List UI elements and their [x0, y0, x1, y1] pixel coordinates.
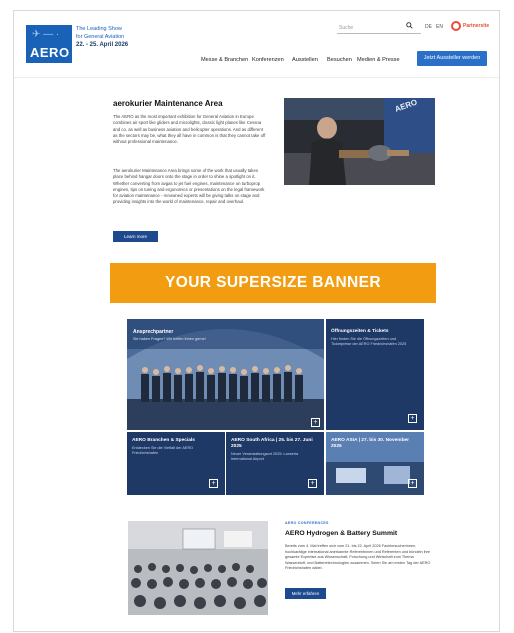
language-de[interactable]: DE [425, 24, 432, 30]
aero-asia-title: AERO ASIA | 27. bis 30. November 2025 [331, 438, 410, 449]
tagline-line-2: for General Aviation [76, 34, 125, 40]
contact-tile[interactable]: Ansprechpartner Sie haben Fragen? Wir he… [127, 319, 324, 430]
learn-more-conference-button[interactable]: Mehr erfahren [285, 588, 326, 599]
supersize-banner[interactable]: YOUR SUPERSIZE BANNER [110, 263, 436, 303]
conference-eyebrow: AERO CONFERENCES [285, 521, 329, 525]
contact-tile-title: Ansprechpartner [133, 329, 174, 335]
maintenance-photo: AERO [284, 98, 435, 185]
intro-paragraph-1: The AERO as the most important exhibitio… [113, 114, 266, 145]
south-africa-subtitle: Neuer Veranstaltungsort 2025: Lanseria I… [231, 452, 299, 461]
conference-photo [128, 521, 268, 615]
opening-hours-title: Öffnungszeiten & Tickets [331, 329, 389, 334]
language-en[interactable]: EN [436, 24, 443, 30]
nav-ausstellen[interactable]: Ausstellen [292, 57, 318, 63]
branchen-tile-title: AERO Branchen & Specials [132, 438, 195, 443]
nav-besuchen[interactable]: Besuchen [327, 57, 352, 63]
tile-grid: Ansprechpartner Sie haben Fragen? Wir he… [127, 319, 424, 495]
intro-title: aerokurier Maintenance Area [113, 99, 223, 108]
opening-hours-tile[interactable]: Öffnungszeiten & Tickets Hier finden Sie… [326, 319, 424, 430]
branchen-tile[interactable]: AERO Branchen & Specials Entdecken Sie d… [127, 432, 225, 495]
opening-hours-plus-icon[interactable]: + [408, 414, 417, 423]
aero-logo[interactable]: ✈ — · AERO [26, 25, 72, 63]
event-tagline: The Leading Show for General Aviation 22… [76, 25, 128, 49]
nav-medien-presse[interactable]: Medien & Presse [357, 57, 400, 63]
nav-messe-branchen[interactable]: Messe & Branchen [201, 57, 248, 63]
contact-tile-photo [127, 319, 324, 430]
conference-photo-image [128, 521, 268, 615]
south-africa-title: AERO South Africa | 25. bis 27. Juni 202… [231, 438, 313, 449]
page-frame: ✈ — · AERO The Leading Show for General … [13, 10, 500, 632]
conference-title: AERO Hydrogen & Battery Summit [285, 530, 398, 537]
plane-icon: ✈ — · [32, 29, 60, 40]
south-africa-tile[interactable]: AERO South Africa | 25. bis 27. Juni 202… [226, 432, 324, 495]
south-africa-plus-icon[interactable]: + [308, 479, 317, 488]
partner-logo[interactable]: Partnersite [451, 21, 490, 33]
partner-ring-icon [451, 21, 461, 31]
branchen-plus-icon[interactable]: + [209, 479, 218, 488]
learn-more-button[interactable]: Learn more [113, 231, 158, 242]
contact-tile-subtitle: Sie haben Fragen? Wir helfen Ihnen gerne… [133, 337, 206, 341]
aero-asia-plus-icon[interactable]: + [408, 479, 417, 488]
nav-konferenzen[interactable]: Konferenzen [252, 57, 284, 63]
opening-hours-subtitle: Hier finden Sie die Öffnungszeiten und T… [331, 337, 407, 346]
event-dates: 22. - 25. April 2026 [76, 42, 129, 48]
conference-text: Bereits zum 4. Mal treffen sich vom 21. … [285, 544, 431, 571]
tagline-line-1: The Leading Show [76, 26, 122, 32]
site-header: ✈ — · AERO The Leading Show for General … [14, 11, 499, 78]
search-icon[interactable] [406, 22, 413, 29]
become-exhibitor-button[interactable]: Jetzt Aussteller werden [417, 51, 487, 66]
logo-text: AERO [30, 45, 70, 60]
contact-tile-plus-icon[interactable]: + [311, 418, 320, 427]
branchen-tile-subtitle: Entdecken Sie die Vielfalt der AERO Frie… [132, 446, 194, 455]
aero-asia-tile[interactable]: AERO ASIA | 27. bis 30. November 2025 + [326, 432, 424, 495]
maintenance-photo-image: AERO [284, 98, 435, 185]
partner-label: Partnersite [463, 23, 490, 29]
intro-paragraph-2: The aerokurier Maintenance Area brings s… [113, 168, 265, 205]
